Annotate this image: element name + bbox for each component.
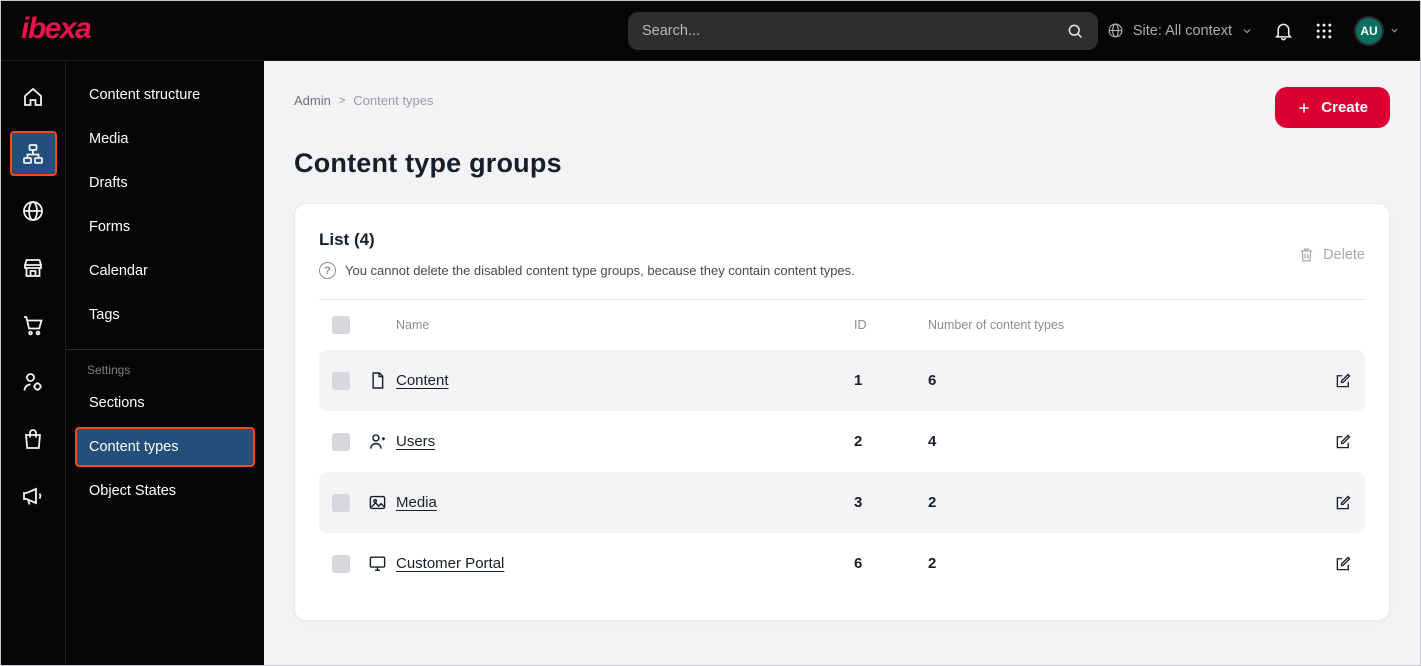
- breadcrumb: Admin > Content types: [294, 93, 434, 108]
- edit-button[interactable]: [1334, 555, 1352, 573]
- create-button[interactable]: Create: [1275, 87, 1390, 128]
- permissions-user-icon: [23, 372, 42, 391]
- site-context-label: Site: All context: [1132, 22, 1232, 39]
- group-link-users[interactable]: Users: [396, 433, 854, 450]
- table-row: Content 1 6: [319, 350, 1365, 411]
- app-window: ibexa Site: All context AU: [0, 0, 1421, 666]
- chevron-down-icon: [1389, 25, 1400, 36]
- media-image-icon: [368, 493, 396, 512]
- edit-button[interactable]: [1334, 494, 1352, 512]
- sidebar-item-object-states[interactable]: Object States: [66, 469, 264, 513]
- group-count: 6: [928, 372, 937, 389]
- row-checkbox[interactable]: [332, 371, 350, 390]
- row-checkbox[interactable]: [332, 432, 350, 451]
- breadcrumb-current: Content types: [353, 93, 434, 108]
- group-link-content[interactable]: Content: [396, 372, 854, 389]
- topbar: ibexa Site: All context AU: [1, 1, 1420, 61]
- search-icon: [1068, 24, 1082, 38]
- customer-portal-monitor-icon: [368, 554, 396, 573]
- avatar: AU: [1354, 15, 1384, 46]
- user-menu[interactable]: AU: [1354, 15, 1400, 46]
- catalog-bag-icon: [25, 428, 41, 449]
- nav-storefront-button[interactable]: [10, 245, 57, 290]
- group-id: 2: [854, 433, 863, 450]
- marketing-megaphone-icon: [23, 487, 42, 505]
- table-row: Customer Portal 6 2: [319, 533, 1365, 594]
- column-header-id: ID: [854, 318, 867, 332]
- row-checkbox[interactable]: [332, 554, 350, 573]
- site-globe-icon: [23, 200, 43, 221]
- main-content: Admin > Content types Create Content typ…: [264, 61, 1420, 665]
- icon-sidebar: [1, 61, 66, 665]
- chevron-down-icon: [1241, 25, 1253, 37]
- edit-button[interactable]: [1334, 372, 1352, 390]
- globe-icon: [1108, 23, 1123, 38]
- ibexa-logo: ibexa: [21, 11, 92, 45]
- breadcrumb-admin-link[interactable]: Admin: [294, 93, 331, 108]
- select-all-checkbox[interactable]: [332, 316, 350, 334]
- sidebar-item-calendar[interactable]: Calendar: [66, 249, 264, 293]
- nav-site-button[interactable]: [10, 188, 57, 233]
- commerce-cart-icon: [24, 315, 43, 335]
- edit-pencil-icon: [1336, 495, 1351, 509]
- nav-catalog-button[interactable]: [10, 416, 57, 461]
- content-file-icon: [368, 371, 396, 390]
- topbar-actions: Site: All context AU: [1107, 15, 1400, 46]
- home-icon: [24, 87, 42, 106]
- help-text: You cannot delete the disabled content t…: [345, 263, 855, 278]
- nav-permissions-button[interactable]: [10, 359, 57, 404]
- sidebar-item-forms[interactable]: Forms: [66, 205, 264, 249]
- content-type-groups-card: List (4) ? You cannot delete the disable…: [294, 203, 1390, 621]
- table-header-row: Name ID Number of content types: [319, 300, 1365, 350]
- group-id: 6: [854, 555, 863, 572]
- edit-button[interactable]: [1334, 433, 1352, 451]
- nav-commerce-button[interactable]: [10, 302, 57, 347]
- nav-marketing-button[interactable]: [10, 473, 57, 518]
- search-input[interactable]: [642, 23, 1056, 39]
- global-search-bar[interactable]: [628, 12, 1098, 50]
- edit-pencil-icon: [1336, 434, 1351, 448]
- row-checkbox[interactable]: [332, 493, 350, 512]
- create-button-label: Create: [1321, 99, 1368, 116]
- notifications-bell-icon[interactable]: [1273, 20, 1294, 41]
- breadcrumb-separator: >: [338, 94, 346, 107]
- column-header-count: Number of content types: [928, 318, 1065, 332]
- help-question-icon: ?: [319, 262, 336, 279]
- content-type-groups-table: Name ID Number of content types Content …: [319, 299, 1365, 594]
- plus-icon: [1299, 102, 1309, 113]
- content-structure-icon: [23, 143, 43, 164]
- table-row: Users 2 4: [319, 411, 1365, 472]
- sidebar-item-content-types[interactable]: Content types: [75, 427, 255, 467]
- group-link-media[interactable]: Media: [396, 494, 854, 511]
- group-count: 4: [928, 433, 937, 450]
- group-id: 3: [854, 494, 863, 511]
- group-count: 2: [928, 494, 937, 511]
- apps-grid-icon[interactable]: [1314, 21, 1334, 41]
- list-title: List (4): [319, 230, 375, 249]
- nav-content-structure-button[interactable]: [9, 131, 57, 176]
- menu-sidebar: Content structure Media Drafts Forms Cal…: [66, 61, 264, 665]
- trash-icon: [1300, 248, 1313, 262]
- sidebar-item-content-structure[interactable]: Content structure: [66, 73, 264, 117]
- sidebar-item-sections[interactable]: Sections: [66, 381, 264, 425]
- edit-pencil-icon: [1336, 556, 1351, 570]
- site-context-selector[interactable]: Site: All context: [1107, 22, 1253, 39]
- column-header-name: Name: [396, 318, 430, 332]
- storefront-icon: [24, 258, 42, 277]
- sidebar-item-media[interactable]: Media: [66, 117, 264, 161]
- delete-button-label: Delete: [1323, 246, 1365, 263]
- delete-button[interactable]: Delete: [1298, 246, 1365, 263]
- group-link-customer-portal[interactable]: Customer Portal: [396, 555, 854, 572]
- group-count: 2: [928, 555, 937, 572]
- sidebar-settings-heading: Settings: [87, 363, 131, 377]
- page-title: Content type groups: [294, 148, 562, 178]
- users-person-icon: [368, 432, 396, 451]
- group-id: 1: [854, 372, 863, 389]
- edit-pencil-icon: [1336, 373, 1351, 387]
- sidebar-item-drafts[interactable]: Drafts: [66, 161, 264, 205]
- table-row: Media 3 2: [319, 472, 1365, 533]
- help-message: ? You cannot delete the disabled content…: [319, 262, 855, 279]
- sidebar-item-tags[interactable]: Tags: [66, 293, 264, 337]
- nav-home-button[interactable]: [10, 74, 57, 119]
